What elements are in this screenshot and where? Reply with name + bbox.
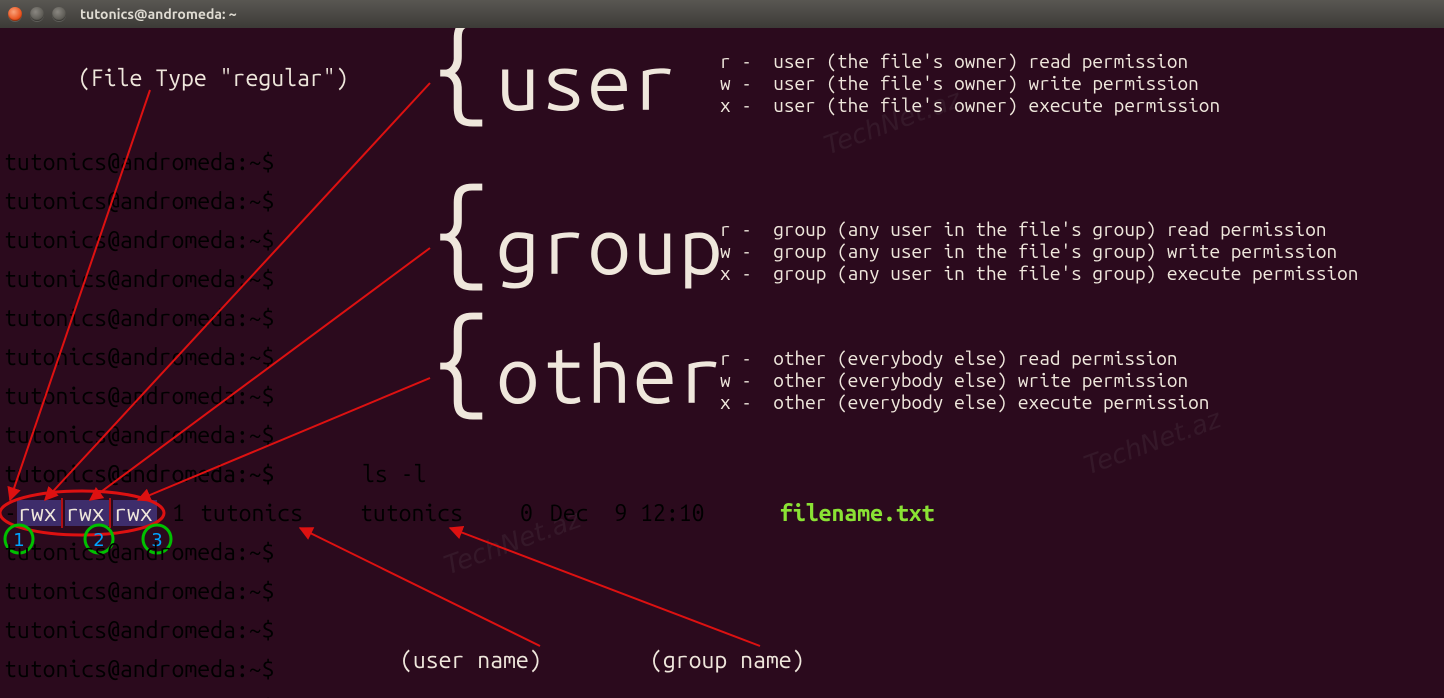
svg-text:ls -l: ls -l [362, 462, 426, 487]
ls-output: - rwx rwx rwx 1 tutonics tutonics 0 Dec … [4, 500, 935, 526]
command-line: tutonics@andromeda:~$ ls -l [4, 462, 426, 487]
window-title: tutonics@andromeda: ~ [80, 6, 237, 22]
watermark: TechNet.az [1080, 404, 1226, 482]
prompt-line: tutonics@andromeda:~$ [4, 540, 274, 565]
terminal-svg: TechNet.az TechNet.az TechNet.az tutonic… [0, 28, 1444, 698]
group-note-r: r - group (any user in the file's group)… [720, 218, 1326, 240]
svg-text:2: 2 [93, 530, 104, 551]
prompt-line: tutonics@andromeda:~$ [4, 306, 274, 331]
prompt-line: tutonics@andromeda:~$ [4, 423, 274, 448]
brace-group: { [430, 167, 492, 291]
user-note-w: w - user (the file's owner) write permis… [720, 72, 1199, 94]
titlebar[interactable]: tutonics@andromeda: ~ [0, 0, 1444, 28]
brace-user: { [430, 28, 492, 127]
file-type-annotation: (File Type "regular") [78, 66, 348, 91]
other-note-r: r - other (everybody else) read permissi… [720, 347, 1178, 369]
group-note-w: w - group (any user in the file's group)… [720, 240, 1337, 262]
perm-ellipse [0, 491, 164, 535]
prompt-line: tutonics@andromeda:~$ [4, 345, 274, 370]
maximize-icon[interactable] [52, 7, 66, 21]
perm-group: rwx [66, 501, 105, 526]
section-user-label: user [496, 37, 679, 125]
prompt-line: tutonics@andromeda:~$ [4, 150, 274, 175]
group-note-x: x - group (any user in the file's group)… [720, 262, 1358, 284]
user-note-x: x - user (the file's owner) execute perm… [720, 94, 1220, 116]
prompt-lines: tutonics@andromeda:~$ tutonics@andromeda… [4, 150, 274, 487]
prompt-line: tutonics@andromeda:~$ [4, 462, 274, 487]
watermark: TechNet.az [440, 504, 586, 582]
user-note-r: r - user (the file's owner) read permiss… [720, 50, 1188, 72]
section-group-label: group [496, 201, 724, 289]
prompt-line: tutonics@andromeda:~$ [4, 189, 274, 214]
svg-text:3: 3 [151, 530, 162, 551]
group-name-annotation: (group name) [650, 648, 805, 673]
brace-other: { [430, 296, 492, 420]
watermark: TechNet.az [820, 84, 966, 162]
terminal-body[interactable]: TechNet.az TechNet.az TechNet.az tutonic… [0, 28, 1444, 698]
circle-markers: 1 2 3 [5, 525, 171, 553]
close-icon[interactable] [8, 7, 22, 21]
svg-text:tutonics@andromeda:~$: tutonics@andromeda:~$ [4, 462, 274, 487]
prompt-line: tutonics@andromeda:~$ [4, 228, 274, 253]
filename: filename.txt [780, 501, 935, 526]
user-name-annotation: (user name) [400, 648, 542, 673]
prompt-line: tutonics@andromeda:~$ [4, 618, 274, 643]
perm-user: rwx [18, 501, 57, 526]
other-note-x: x - other (everybody else) execute permi… [720, 391, 1209, 413]
date: Dec 9 12:10 [550, 501, 705, 526]
arrows [10, 83, 760, 646]
owner-user: tutonics [200, 501, 303, 526]
size: 0 [520, 501, 533, 526]
prompt-line: tutonics@andromeda:~$ [4, 579, 274, 604]
svg-text:1: 1 [13, 530, 24, 551]
minimize-icon[interactable] [30, 7, 44, 21]
owner-group: tutonics [360, 501, 463, 526]
section-other-label: other [496, 330, 724, 418]
perm-other: rwx [114, 501, 153, 526]
prompt-line: tutonics@andromeda:~$ [4, 384, 274, 409]
other-note-w: w - other (everybody else) write permiss… [720, 369, 1188, 391]
prompt-lines-after: tutonics@andromeda:~$ tutonics@andromeda… [4, 540, 274, 698]
prompt-line: tutonics@andromeda:~$ [4, 267, 274, 292]
prompt-line: tutonics@andromeda:~$ [4, 657, 274, 682]
terminal-window: tutonics@andromeda: ~ TechNet.az TechNet… [0, 0, 1444, 698]
file-type-char: - [4, 501, 17, 526]
links: 1 [172, 501, 185, 526]
